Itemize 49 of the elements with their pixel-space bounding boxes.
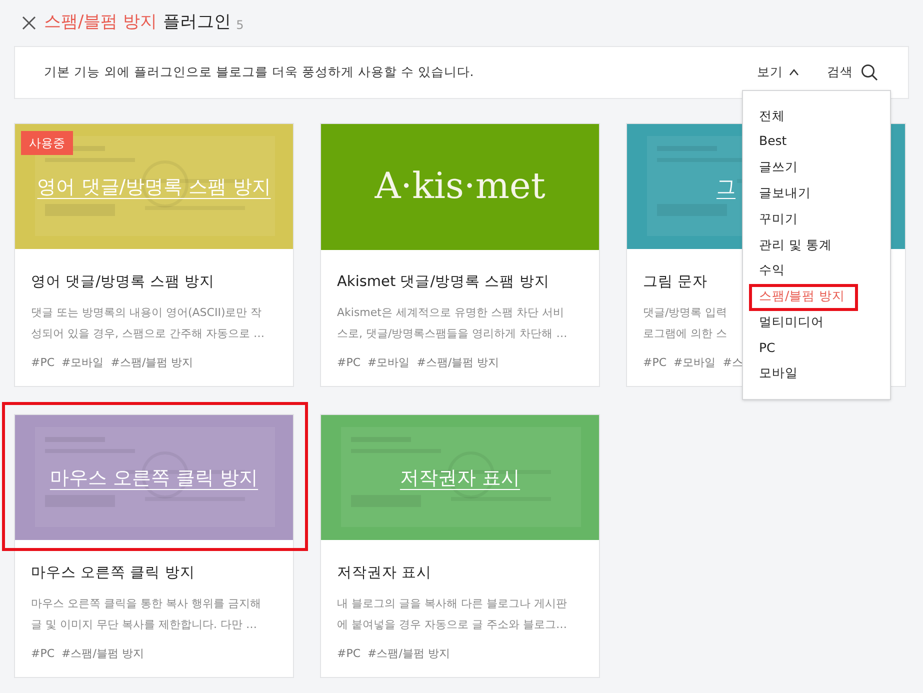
banner-title: 영어 댓글/방명록 스팸 방지 [37,174,271,200]
in-use-badge: 사용중 [21,131,73,155]
tag-link[interactable]: #스팸/블펌 방지 [62,646,144,662]
menu-item[interactable]: Best [759,132,787,152]
category-title: 스팸/블펌 방지 [44,11,158,34]
tag-link[interactable]: #모바일 [368,354,410,372]
akismet-logo: A·kis·met [374,165,546,209]
menu-item[interactable]: 수익 [759,261,785,280]
tag-link[interactable]: #PC [337,646,361,662]
tag-link[interactable]: #모바일 [674,354,716,372]
tag-link[interactable]: #모바일 [62,354,104,372]
card-title: 저작권자 표시 [337,564,432,583]
close-icon[interactable] [22,16,36,30]
card-description: 댓글/방명록 입력 로그램에 의한 스 [643,304,728,342]
tag-link[interactable]: #스 [722,354,743,372]
page-title: 플러그인 [163,11,232,34]
tag-link[interactable]: #PC [643,354,667,372]
tag-link[interactable]: #스팸/블펌 방지 [416,354,500,372]
menu-item[interactable]: 글쓰기 [759,158,798,177]
menu-item[interactable]: 멀티미디어 [759,312,824,332]
search-button[interactable]: 검색 [827,63,878,82]
info-text: 기본 기능 외에 플러그인으로 블로그를 더욱 풍성하게 사용할 수 있습니다. [44,63,475,82]
plugin-count: 5 [236,17,244,34]
card-title: 영어 댓글/방명록 스팸 방지 [31,273,215,292]
banner-title: 저작권자 표시 [400,466,520,491]
tag-link[interactable]: #PC [31,354,55,372]
banner-title: 마우스 오른쪽 클릭 방지 [50,466,258,491]
menu-item[interactable]: 관리 및 통계 [759,236,832,254]
menu-item[interactable]: 스팸/블펌 방지 [759,287,846,306]
search-icon [861,64,878,81]
card-description: 마우스 오른쪽 클릭을 통한 복사 행위를 금지해 글 및 이미지 무단 복사를 제한합니다. 다만 … [31,596,261,633]
card-description: Akismet은 세계적으로 유명한 스팸 차단 서비 스로, 댓글/방명록스팸들을 영리하게 차단해 … [337,304,568,342]
banner-title: 그 [716,174,736,200]
card-title: Akismet 댓글/방명록 스팸 방지 [337,273,550,292]
menu-item[interactable]: 전체 [759,106,785,126]
card-description: 내 블로그의 글을 복사해 다른 블로그나 게시판 에 붙여넣을 경우 자동으로 글 주소와 블로그… [337,596,567,633]
card-description: 댓글 또는 방명록의 내용이 영어(ASCII)로만 작 성되어 있을 경우, 스팸으로 간주해 자동으로 … [31,304,264,342]
card-title: 그림 문자 [643,273,708,292]
tag-link[interactable]: #PC [337,354,361,372]
menu-item[interactable]: 꾸미기 [759,210,798,228]
tag-link[interactable]: #스팸/블펌 방지 [110,354,194,372]
caret-up-icon [789,69,799,76]
menu-item[interactable]: 글보내기 [759,184,811,203]
tag-link[interactable]: #스팸/블펌 방지 [368,646,450,662]
card-title: 마우스 오른쪽 클릭 방지 [31,564,195,583]
tag-link[interactable]: #PC [31,646,55,662]
menu-item[interactable]: 모바일 [759,364,798,384]
menu-item[interactable]: PC [759,338,776,358]
view-dropdown-button[interactable]: 보기 [757,63,799,82]
